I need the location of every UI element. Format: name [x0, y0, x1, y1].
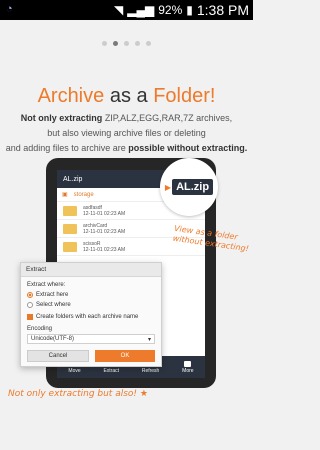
desc-line-2: but also viewing archive files or deleti…: [47, 128, 206, 138]
radio-selected-icon: [27, 292, 33, 298]
current-path: storage: [73, 191, 94, 198]
page-dot-active[interactable]: [113, 41, 118, 46]
headline: Archive as a Folder!: [0, 85, 253, 108]
radio-unselected-icon: [27, 302, 33, 308]
ok-button[interactable]: OK: [95, 350, 155, 362]
dialog-buttons: Cancel OK: [27, 350, 155, 362]
headline-folder: Folder!: [153, 85, 216, 107]
radio-extract-here[interactable]: Extract here: [27, 290, 155, 300]
bubble-label: AL.zip: [172, 179, 214, 195]
app-title: AL.zip: [63, 175, 83, 183]
file-meta: 12-11-01 02:23 AM: [83, 210, 126, 217]
page-dot[interactable]: [146, 41, 151, 46]
extract-where-label: Extract where:: [27, 282, 66, 288]
play-icon: ▶: [164, 182, 172, 192]
headline-archive: Archive: [37, 85, 105, 107]
status-bar: ◔ ◥ ▂▄▆ 92% ▮ 1:38 PM: [0, 0, 253, 20]
desc-line-1: Not only extracting ZIP,ALZ,EGG,RAR,7Z a…: [20, 113, 233, 123]
checkbox-checked-icon: [27, 314, 33, 320]
wifi-icon: ◥: [114, 3, 124, 17]
encoding-select[interactable]: Unicode(UTF-8) ▾: [27, 334, 155, 344]
description: Not only extracting ZIP,ALZ,EGG,RAR,7Z a…: [0, 111, 253, 156]
radio-select-where[interactable]: Select where: [27, 300, 155, 310]
page-dot[interactable]: [102, 41, 107, 46]
file-meta: 12-11-01 02:23 AM: [83, 246, 126, 253]
app-notification-icon: ◔: [6, 3, 13, 15]
battery-icon: ▮: [186, 3, 193, 17]
extract-dialog: Extract Extract where: Extract here Sele…: [20, 262, 162, 367]
more-button[interactable]: More: [182, 360, 194, 374]
folder-up-icon[interactable]: ▣: [62, 191, 68, 198]
create-folders-checkbox[interactable]: Create folders with each archive name: [27, 312, 155, 322]
more-icon: [184, 360, 192, 367]
page-indicator: [0, 41, 253, 46]
folder-icon: [63, 223, 77, 234]
cancel-button[interactable]: Cancel: [27, 350, 89, 362]
page-dot[interactable]: [135, 41, 140, 46]
encoding-label: Encoding: [27, 326, 53, 332]
clock: 1:38 PM: [196, 2, 249, 18]
folder-icon: [63, 241, 77, 252]
signal-icon: ▂▄▆: [127, 3, 155, 17]
desc-line-3: and adding files to archive are possible…: [5, 143, 248, 153]
dialog-title: Extract: [21, 263, 161, 277]
dialog-body: Extract where: Extract here Select where…: [21, 277, 161, 347]
headline-as-a: as a: [104, 85, 154, 107]
status-icons: ◥ ▂▄▆ 92% ▮ 1:38 PM: [114, 2, 249, 18]
folder-icon: [63, 205, 77, 216]
callout-left: Not only extracting but also! ★: [8, 389, 148, 399]
battery-percent: 92%: [158, 3, 183, 17]
chevron-down-icon: ▾: [147, 336, 151, 343]
page-dot[interactable]: [124, 41, 129, 46]
alzip-bubble: ▶ AL.zip: [160, 158, 218, 216]
file-meta: 12-11-01 02:23 AM: [83, 228, 126, 235]
